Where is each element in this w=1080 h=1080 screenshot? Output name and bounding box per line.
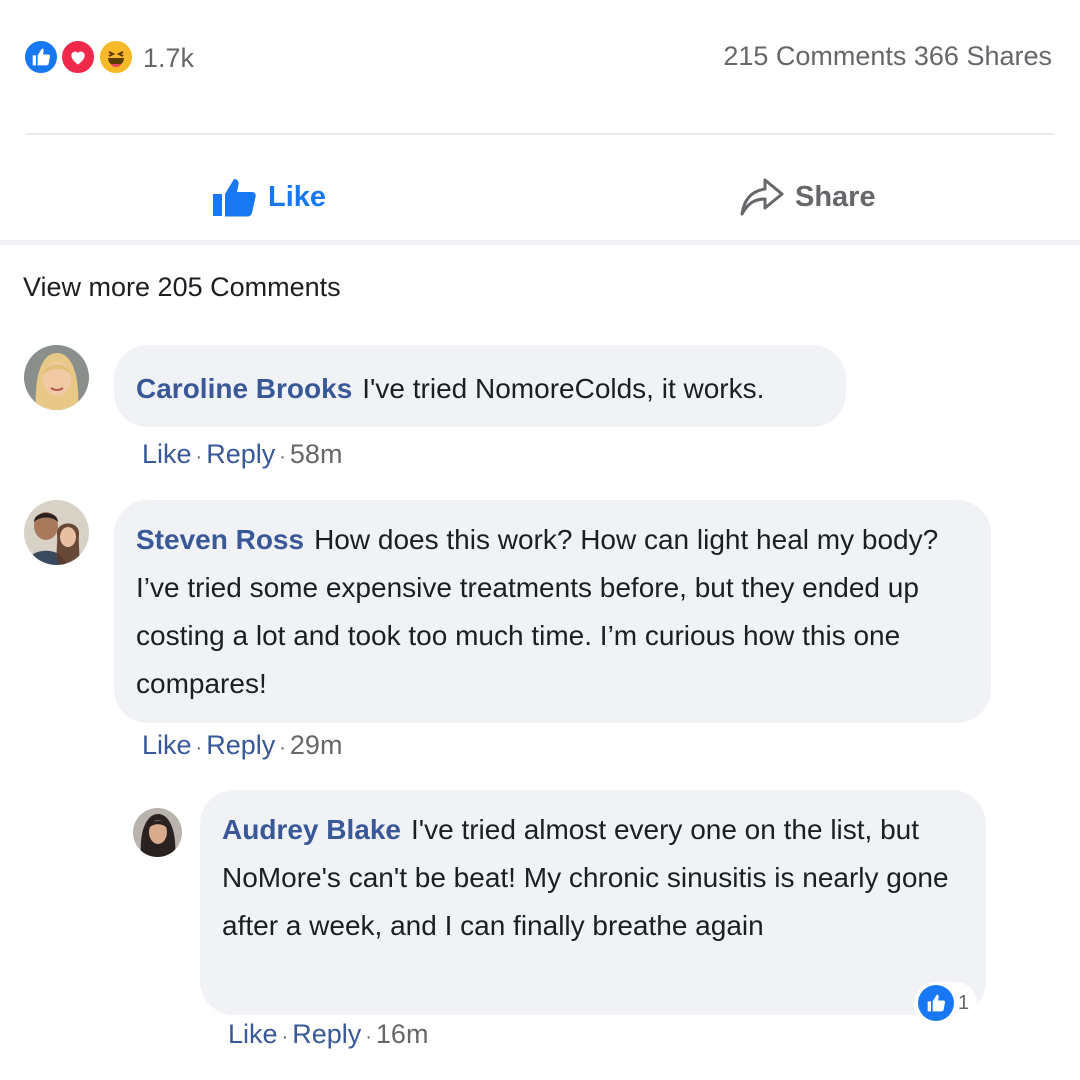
thumbs-up-icon — [212, 176, 258, 218]
comment-like-badge[interactable]: 1 — [914, 982, 978, 1024]
reactions-summary[interactable]: 1.7k — [22, 36, 194, 80]
share-button-label: Share — [795, 180, 876, 213]
comment-reply-link[interactable]: Reply — [206, 439, 275, 469]
comment-timestamp[interactable]: 16m — [376, 1019, 429, 1049]
separator-dot: · — [279, 446, 286, 468]
comment-meta: Like · Reply · 16m — [228, 1017, 428, 1054]
like-reaction-icon — [918, 985, 954, 1021]
reaction-icons[interactable] — [22, 36, 140, 80]
like-reaction-icon — [22, 38, 60, 76]
comment-author[interactable]: Steven Ross — [136, 524, 304, 555]
comment-like-link[interactable]: Like — [142, 730, 192, 760]
comment-bubble: Caroline Brooks I've tried NomoreColds, i… — [114, 345, 846, 427]
like-button-label: Like — [268, 180, 327, 213]
divider — [26, 133, 1054, 135]
comment-author[interactable]: Audrey Blake — [222, 814, 401, 845]
love-reaction-icon — [59, 38, 97, 76]
comment-bubble: Steven Ross How does this work? How can l… — [114, 500, 991, 723]
comment-like-count: 1 — [958, 991, 970, 1014]
like-button[interactable]: Like — [212, 172, 326, 222]
comment-like-link[interactable]: Like — [228, 1019, 278, 1049]
avatar[interactable] — [133, 808, 182, 857]
share-arrow-icon — [739, 176, 785, 218]
separator-dot: · — [365, 1026, 372, 1048]
avatar[interactable] — [24, 500, 89, 565]
comment-like-link[interactable]: Like — [142, 439, 192, 469]
separator-dot: · — [195, 446, 203, 468]
comment-timestamp[interactable]: 58m — [290, 439, 343, 469]
comment-author[interactable]: Caroline Brooks — [136, 373, 352, 404]
comment-meta: Like · Reply · 29m — [142, 728, 342, 765]
view-more-comments-link[interactable]: View more 205 Comments — [23, 270, 341, 304]
comments-shares-count[interactable]: 215 Comments 366 Shares — [723, 40, 1052, 72]
reaction-count[interactable]: 1.7k — [143, 42, 194, 74]
comment-timestamp[interactable]: 29m — [290, 730, 343, 760]
comment-reply-link[interactable]: Reply — [292, 1019, 361, 1049]
avatar[interactable] — [24, 345, 89, 410]
separator-dot: · — [195, 737, 203, 759]
separator-dot: · — [279, 737, 286, 759]
separator-dot: · — [281, 1026, 289, 1048]
comment-reply-link[interactable]: Reply — [206, 730, 275, 760]
comment-bubble: Audrey Blake I've tried almost every one … — [200, 790, 986, 1015]
comment-meta: Like · Reply · 58m — [142, 437, 342, 474]
share-button[interactable]: Share — [739, 172, 876, 222]
haha-reaction-icon — [97, 38, 135, 76]
section-divider — [0, 240, 1080, 245]
comment-text: I've tried NomoreColds, it works. — [362, 373, 765, 404]
